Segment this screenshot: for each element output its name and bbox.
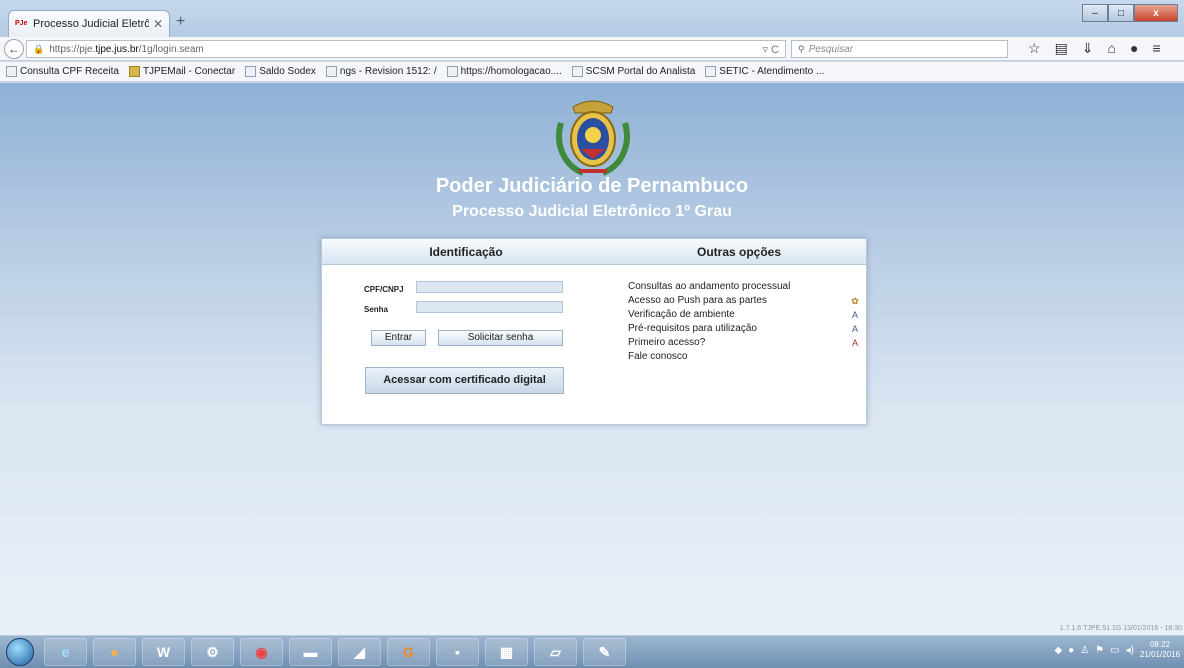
- notes-icon[interactable]: ▱: [534, 638, 577, 666]
- search-bar[interactable]: ⚲ Pesquisar: [791, 40, 1008, 58]
- login-panel: Identificação Outras opções CPF/CNPJ Sen…: [321, 238, 867, 425]
- bookmark-item[interactable]: https://homologacao....: [446, 66, 562, 77]
- option-link[interactable]: Primeiro acesso?: [628, 337, 705, 348]
- settings-icon[interactable]: ⚙: [191, 638, 234, 666]
- bookmarks-bar: Consulta CPF Receita TJPEMail - Conectar…: [0, 62, 1184, 82]
- option-link[interactable]: Fale conosco: [628, 351, 687, 362]
- image-icon: [446, 66, 458, 77]
- palette-icon[interactable]: ✿: [850, 296, 860, 306]
- version-text: 1.7.1.6.TJPE.51.1G 13/01/2016 - 18:30: [1059, 625, 1182, 632]
- network-icon[interactable]: ▭: [1110, 645, 1119, 656]
- tray-user-icon[interactable]: ♙: [1080, 645, 1089, 656]
- tray-app-icon[interactable]: ◆: [1054, 645, 1062, 656]
- pernambuco-coat-of-arms-icon: [556, 100, 630, 176]
- cpf-field[interactable]: [416, 281, 563, 293]
- identification-heading: Identificação: [429, 245, 503, 259]
- home-icon[interactable]: ⌂: [1108, 40, 1116, 57]
- document-icon[interactable]: ▪: [436, 638, 479, 666]
- bookmark-item[interactable]: SETIC - Atendimento ...: [705, 66, 824, 77]
- bookmark-item[interactable]: SCSM Portal do Analista: [571, 66, 695, 77]
- page-subtitle: Processo Judicial Eletrônico 1º Grau: [452, 203, 732, 220]
- request-password-button[interactable]: Solicitar senha: [438, 330, 563, 346]
- page-icon: [571, 66, 583, 77]
- page-title: Poder Judiciário de Pernambuco: [435, 175, 749, 197]
- clock-time: 08:22: [1149, 640, 1170, 649]
- bookmarks-list-icon[interactable]: ▤: [1055, 40, 1068, 57]
- password-label: Senha: [364, 305, 389, 314]
- bookmark-item[interactable]: ngs - Revision 1512: /: [325, 66, 437, 77]
- pje-favicon-icon: PJe: [15, 20, 28, 27]
- download-icon[interactable]: ⇓: [1082, 40, 1094, 57]
- tab-title: Processo Judicial Eletrônic...: [33, 18, 149, 30]
- page-icon: [325, 66, 337, 77]
- internet-explorer-icon[interactable]: e: [44, 638, 87, 666]
- page-body: Poder Judiciário de Pernambuco Processo …: [0, 83, 1184, 635]
- panel-header: Identificação Outras opções: [322, 239, 866, 265]
- navigation-bar: ← 🔒 https://pje.tjpe.jus.br/1g/login.sea…: [0, 37, 1184, 61]
- chrome-icon[interactable]: ◉: [240, 638, 283, 666]
- tab-close-icon[interactable]: ✕: [153, 17, 163, 31]
- tray-alert-icon[interactable]: ●: [1068, 645, 1074, 656]
- pdf-icon[interactable]: A: [850, 338, 860, 348]
- option-link[interactable]: Consultas ao andamento processual: [628, 281, 790, 292]
- close-window-icon[interactable]: x: [1134, 4, 1178, 22]
- tool-icon[interactable]: ✎: [583, 638, 626, 666]
- chat-icon[interactable]: ●: [1130, 40, 1138, 57]
- bookmark-item[interactable]: Consulta CPF Receita: [6, 66, 119, 77]
- clock-date: 21/01/2016: [1139, 650, 1180, 659]
- window-controls: – □ x: [1082, 4, 1178, 22]
- enter-button[interactable]: Entrar: [371, 330, 426, 346]
- option-link[interactable]: Verificação de ambiente: [628, 309, 735, 320]
- maximize-icon[interactable]: □: [1108, 4, 1134, 22]
- option-link[interactable]: Pré-requisitos para utilização: [628, 323, 757, 334]
- new-tab-icon[interactable]: +: [176, 13, 185, 31]
- cpf-label: CPF/CNPJ: [364, 285, 404, 294]
- taskbar-apps: e ● W ⚙ ◉ ▬ ◢ G ▪ ▦ ▱ ✎: [44, 638, 626, 666]
- digital-certificate-button[interactable]: Acessar com certificado digital: [365, 367, 564, 394]
- menu-icon[interactable]: ≡: [1152, 40, 1160, 57]
- document-a-icon[interactable]: A: [850, 324, 860, 334]
- reload-icon[interactable]: ▿ C: [762, 43, 779, 56]
- page-icon: [705, 66, 717, 77]
- app-g-icon[interactable]: G: [387, 638, 430, 666]
- browser-titlebar: PJe Processo Judicial Eletrônic... ✕ + –…: [0, 0, 1184, 37]
- password-field[interactable]: [416, 301, 563, 313]
- windows-taskbar: e ● W ⚙ ◉ ▬ ◢ G ▪ ▦ ▱ ✎ ◆ ● ♙ ⚑ ▭ ◂) 08:…: [0, 635, 1184, 668]
- remote-desktop-icon[interactable]: ▦: [485, 638, 528, 666]
- word-icon[interactable]: W: [142, 638, 185, 666]
- bookmark-item[interactable]: TJPEMail - Conectar: [128, 66, 235, 77]
- system-tray: ◆ ● ♙ ⚑ ▭ ◂) 08:22 21/01/2016: [1054, 640, 1180, 660]
- bookmark-icon: [6, 66, 17, 77]
- browser-tab[interactable]: PJe Processo Judicial Eletrônic... ✕: [8, 10, 170, 37]
- folder-icon[interactable]: ◢: [338, 638, 381, 666]
- url-text: https://pje.tjpe.jus.br/1g/login.seam: [49, 43, 204, 55]
- address-bar[interactable]: 🔒 https://pje.tjpe.jus.br/1g/login.seam …: [26, 40, 786, 58]
- page-icon: [245, 66, 257, 77]
- search-icon: ⚲: [798, 43, 805, 54]
- bookmark-star-icon[interactable]: ☆: [1028, 40, 1041, 57]
- terminal-icon[interactable]: ▬: [289, 638, 332, 666]
- back-arrow-icon[interactable]: ←: [4, 39, 24, 59]
- search-placeholder: Pesquisar: [808, 43, 854, 55]
- minimize-icon[interactable]: –: [1082, 4, 1108, 22]
- lock-icon: 🔒: [33, 43, 45, 54]
- bookmark-item[interactable]: Saldo Sodex: [245, 66, 316, 77]
- other-options-heading: Outras opções: [696, 245, 782, 259]
- tjpe-icon: [128, 66, 140, 77]
- flag-icon[interactable]: ⚑: [1095, 645, 1104, 656]
- firefox-icon[interactable]: ●: [93, 638, 136, 666]
- clock[interactable]: 08:22 21/01/2016: [1140, 640, 1180, 660]
- toolbar-icons: ☆ ▤ ⇓ ⌂ ● ≡: [1028, 40, 1161, 57]
- start-button-icon[interactable]: [6, 638, 34, 666]
- document-a-icon[interactable]: A: [850, 310, 860, 320]
- option-link[interactable]: Acesso ao Push para as partes: [628, 295, 767, 306]
- volume-icon[interactable]: ◂): [1126, 645, 1134, 656]
